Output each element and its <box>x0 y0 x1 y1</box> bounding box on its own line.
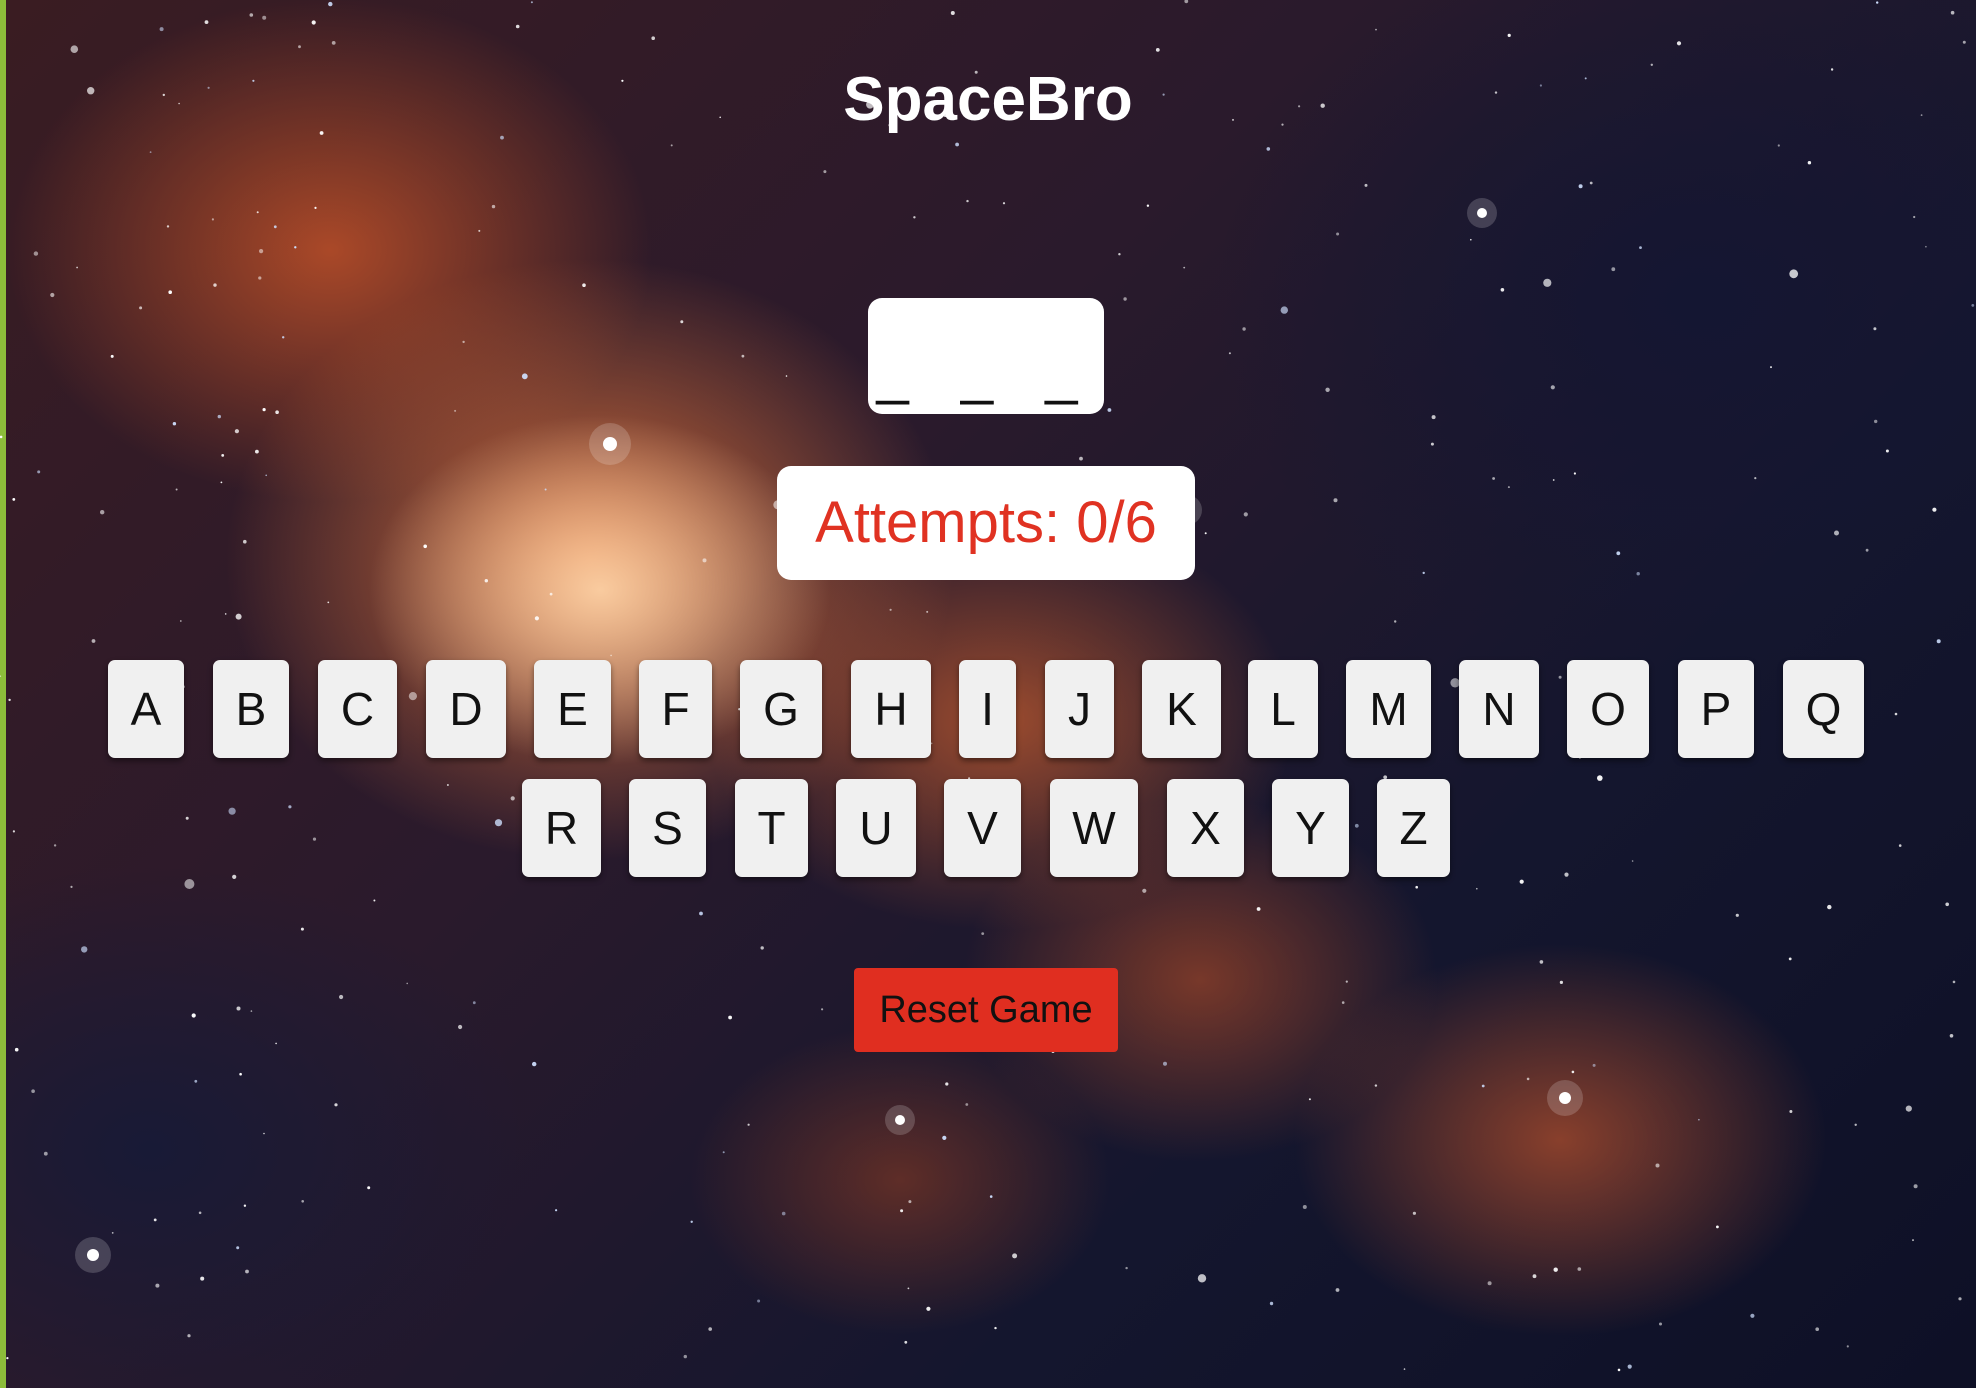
word-display: _ _ _ <box>868 298 1104 414</box>
game-title: SpaceBro <box>843 65 1133 134</box>
letter-key-p[interactable]: P <box>1678 660 1754 758</box>
letter-key-v[interactable]: V <box>944 779 1021 877</box>
game-background: SpaceBro _ _ _ Attempts: 0/6 A B C D E F… <box>0 0 1976 1388</box>
letter-key-m[interactable]: M <box>1346 660 1431 758</box>
letter-key-q[interactable]: Q <box>1783 660 1864 758</box>
letter-key-e[interactable]: E <box>534 660 611 758</box>
letter-key-r[interactable]: R <box>522 779 601 877</box>
letter-key-t[interactable]: T <box>735 779 808 877</box>
attempts-counter: Attempts: 0/6 <box>777 466 1195 580</box>
letter-key-c[interactable]: C <box>318 660 397 758</box>
letter-key-f[interactable]: F <box>639 660 712 758</box>
letter-key-y[interactable]: Y <box>1272 779 1349 877</box>
letter-key-g[interactable]: G <box>740 660 822 758</box>
letter-key-z[interactable]: Z <box>1377 779 1450 877</box>
letter-key-b[interactable]: B <box>213 660 289 758</box>
letter-key-w[interactable]: W <box>1050 779 1138 877</box>
letter-key-o[interactable]: O <box>1567 660 1649 758</box>
letter-key-h[interactable]: H <box>851 660 931 758</box>
letter-key-l[interactable]: L <box>1248 660 1318 758</box>
letter-key-i[interactable]: I <box>959 660 1016 758</box>
letter-key-d[interactable]: D <box>426 660 506 758</box>
letter-key-x[interactable]: X <box>1167 779 1244 877</box>
letter-key-n[interactable]: N <box>1459 660 1539 758</box>
letter-key-j[interactable]: J <box>1045 660 1114 758</box>
letter-key-u[interactable]: U <box>836 779 916 877</box>
letter-key-k[interactable]: K <box>1142 660 1221 758</box>
reset-game-button[interactable]: Reset Game <box>854 968 1118 1052</box>
letter-key-a[interactable]: A <box>108 660 184 758</box>
letter-key-s[interactable]: S <box>629 779 706 877</box>
